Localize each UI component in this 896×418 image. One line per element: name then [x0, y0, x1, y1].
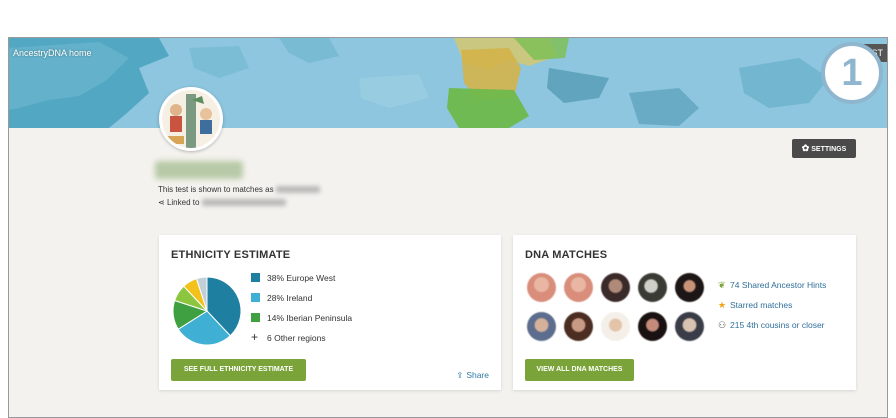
shared-ancestor-hints-link[interactable]: ❦ 74 Shared Ancestor Hints [718, 280, 826, 300]
tree-link-icon: ⋖ [158, 198, 165, 207]
legend-row-europe-west[interactable]: 38% Europe West [251, 273, 352, 293]
step-number-badge: 1 [821, 42, 883, 104]
share-label: Share [466, 370, 489, 380]
match-avatar[interactable] [564, 312, 593, 341]
hint-label: 74 Shared Ancestor Hints [730, 280, 827, 290]
ethnicity-estimate-card: ETHNICITY ESTIMATE 38% Europe West 28% I… [159, 235, 501, 390]
ancestrydna-home-link[interactable]: AncestryDNA home [13, 48, 92, 58]
match-avatar[interactable] [601, 273, 630, 302]
display-name-redacted [275, 186, 320, 194]
profile-avatar [159, 87, 223, 151]
see-full-ethnicity-button[interactable]: SEE FULL ETHNICITY ESTIMATE [171, 359, 306, 381]
share-link[interactable]: ⇪ Share [456, 370, 489, 381]
people-icon: ⚇ [718, 320, 727, 330]
ethnicity-legend: 38% Europe West 28% Ireland 14% Iberian … [251, 273, 352, 353]
match-avatar[interactable] [638, 273, 667, 302]
linked-tree-line: ⋖ Linked to [158, 198, 286, 207]
plus-icon: + [251, 330, 259, 344]
star-icon: ★ [718, 300, 727, 310]
match-avatar[interactable] [601, 312, 630, 341]
legend-swatch [251, 273, 260, 282]
legend-label: 6 Other regions [267, 333, 326, 343]
ethnicity-card-title: ETHNICITY ESTIMATE [171, 249, 291, 261]
legend-swatch [251, 313, 260, 322]
settings-button[interactable]: ✿ SETTINGS [792, 139, 856, 158]
legend-row-other-regions[interactable]: + 6 Other regions [251, 330, 352, 353]
gear-icon: ✿ [801, 143, 810, 153]
dna-matches-card: DNA MATCHES ❦ 74 Shared Ancestor Hints ★… [513, 235, 856, 390]
linked-tree-redacted[interactable] [201, 199, 286, 207]
match-avatar[interactable] [527, 273, 556, 302]
shown-to-matches-line: This test is shown to matches as [158, 185, 320, 194]
world-map-graphic [9, 38, 887, 128]
match-avatar[interactable] [527, 312, 556, 341]
hint-label: Starred matches [730, 300, 793, 310]
legend-label: 28% Ireland [267, 293, 313, 303]
match-avatar[interactable] [675, 273, 704, 302]
settings-label: SETTINGS [811, 146, 847, 153]
match-avatar[interactable] [638, 312, 667, 341]
linked-to-text: Linked to [166, 198, 200, 207]
dna-card-title: DNA MATCHES [525, 249, 608, 261]
match-hints-list: ❦ 74 Shared Ancestor Hints ★ Starred mat… [718, 280, 826, 340]
shown-to-matches-text: This test is shown to matches as [158, 185, 274, 194]
starred-matches-link[interactable]: ★ Starred matches [718, 300, 826, 320]
ethnicity-pie-chart[interactable] [171, 275, 243, 347]
legend-row-ireland[interactable]: 28% Ireland [251, 293, 352, 313]
map-banner: AncestryDNA home ST [9, 38, 887, 128]
match-avatar[interactable] [564, 273, 593, 302]
leaf-icon: ❦ [718, 280, 726, 290]
fourth-cousins-link[interactable]: ⚇ 215 4th cousins or closer [718, 320, 826, 340]
profile-username-redacted [155, 161, 243, 179]
legend-row-iberian-peninsula[interactable]: 14% Iberian Peninsula [251, 313, 352, 333]
view-all-dna-matches-button[interactable]: VIEW ALL DNA MATCHES [525, 359, 634, 381]
share-icon: ⇪ [456, 370, 464, 380]
match-avatar[interactable] [675, 312, 704, 341]
hint-label: 215 4th cousins or closer [730, 320, 825, 330]
legend-label: 14% Iberian Peninsula [267, 313, 353, 323]
avatar-illustration [162, 90, 220, 148]
app-window: AncestryDNA home ST 1 ✿ SETTINGS This tes… [8, 37, 888, 418]
legend-swatch [251, 293, 260, 302]
legend-label: 38% Europe West [267, 273, 336, 283]
